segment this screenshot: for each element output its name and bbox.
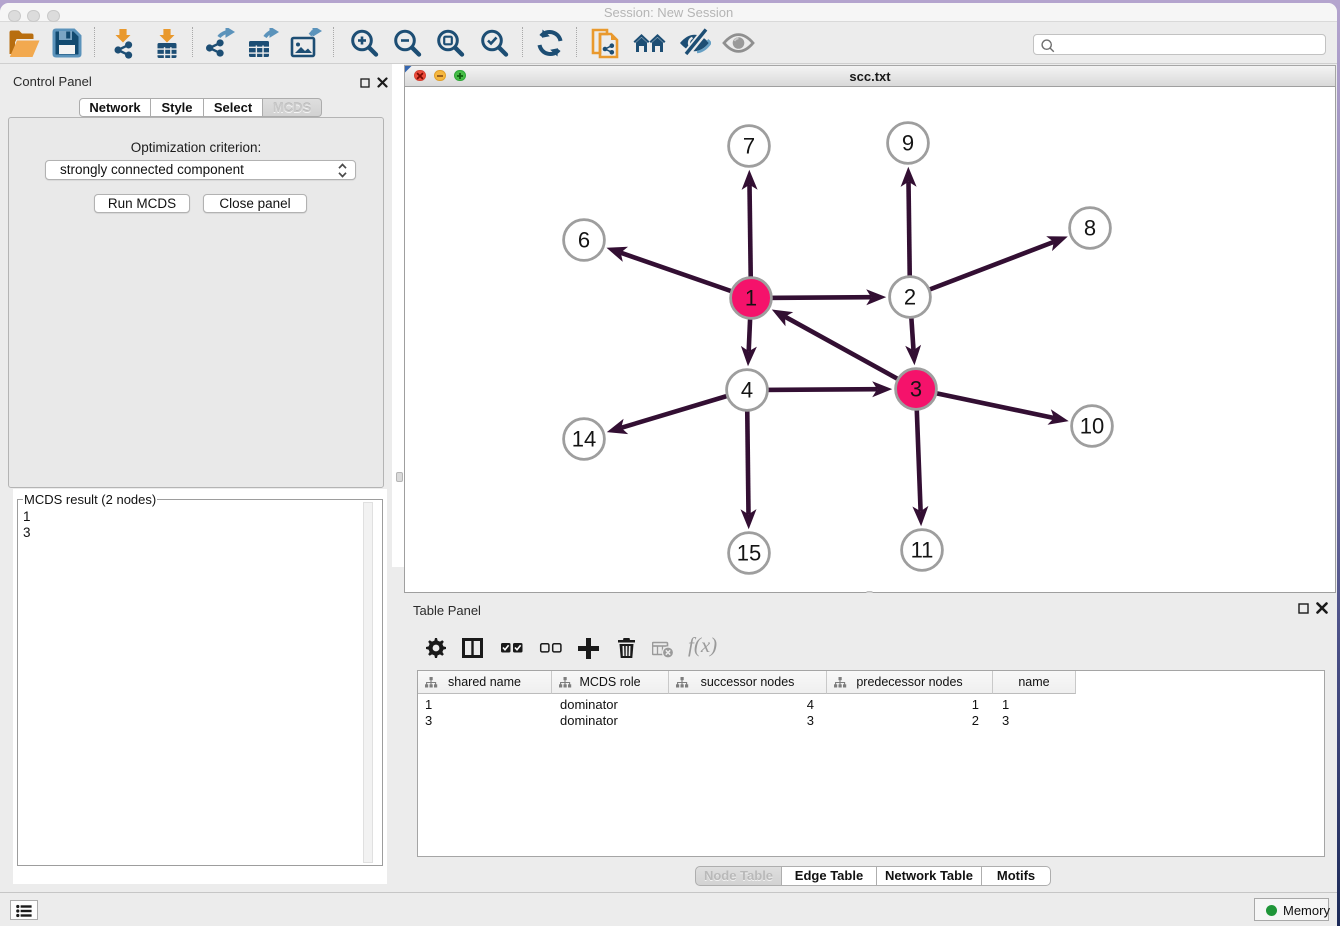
svg-text:6: 6 xyxy=(578,228,590,253)
svg-text:8: 8 xyxy=(1084,216,1096,241)
svg-text:1: 1 xyxy=(745,286,757,311)
svg-text:2: 2 xyxy=(904,285,916,310)
svg-text:7: 7 xyxy=(743,134,755,159)
svg-text:4: 4 xyxy=(741,378,753,403)
svg-text:15: 15 xyxy=(737,541,761,566)
svg-text:14: 14 xyxy=(572,427,596,452)
svg-text:3: 3 xyxy=(910,377,922,402)
svg-text:9: 9 xyxy=(902,131,914,156)
svg-text:11: 11 xyxy=(911,538,934,563)
svg-text:10: 10 xyxy=(1080,414,1104,439)
